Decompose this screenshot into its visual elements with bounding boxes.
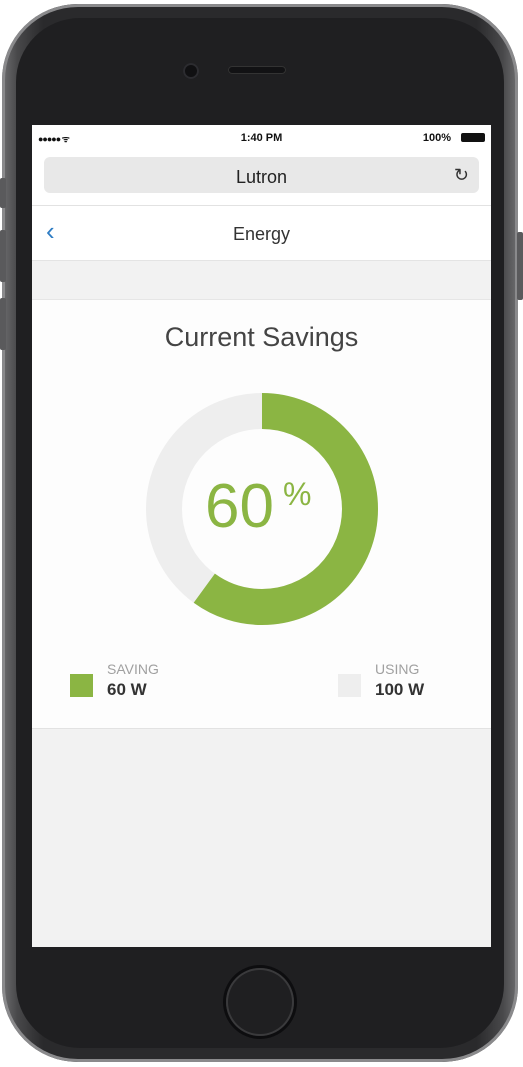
address-bar[interactable]: Lutron ↻ [44, 157, 479, 193]
saving-value: 60 W [107, 680, 147, 699]
screen: ●●●●● ᯤ 1:40 PM 100% Lutron ↻ ‹ Energy C… [32, 125, 491, 947]
using-label: USING [375, 661, 420, 677]
battery-percent: 100% [422, 132, 451, 144]
savings-percent: 60 % [142, 389, 382, 629]
using-swatch [338, 674, 361, 697]
battery-icon [461, 133, 485, 142]
savings-percent-value: 60 [205, 472, 274, 541]
savings-card: Current Savings 60 % SAVING 60 W USING 1… [32, 299, 491, 729]
browser-toolbar: Lutron ↻ [32, 151, 491, 206]
front-camera [183, 63, 199, 79]
savings-percent-sign: % [283, 476, 312, 512]
volume-up-button [0, 230, 6, 282]
home-button[interactable] [226, 968, 294, 1036]
saving-label: SAVING [107, 661, 159, 677]
reload-icon[interactable]: ↻ [454, 165, 469, 186]
power-button [517, 232, 523, 300]
page-title: Energy [232, 224, 291, 244]
mute-switch [0, 178, 6, 208]
page-url-title: Lutron [235, 167, 288, 187]
using-value: 100 W [375, 680, 425, 699]
status-bar: ●●●●● ᯤ 1:40 PM 100% [32, 125, 491, 151]
savings-title: Current Savings [164, 322, 359, 352]
volume-down-button [0, 298, 6, 350]
saving-swatch [70, 674, 93, 697]
navigation-bar: ‹ Energy [32, 206, 491, 261]
earpiece-speaker [228, 66, 286, 74]
